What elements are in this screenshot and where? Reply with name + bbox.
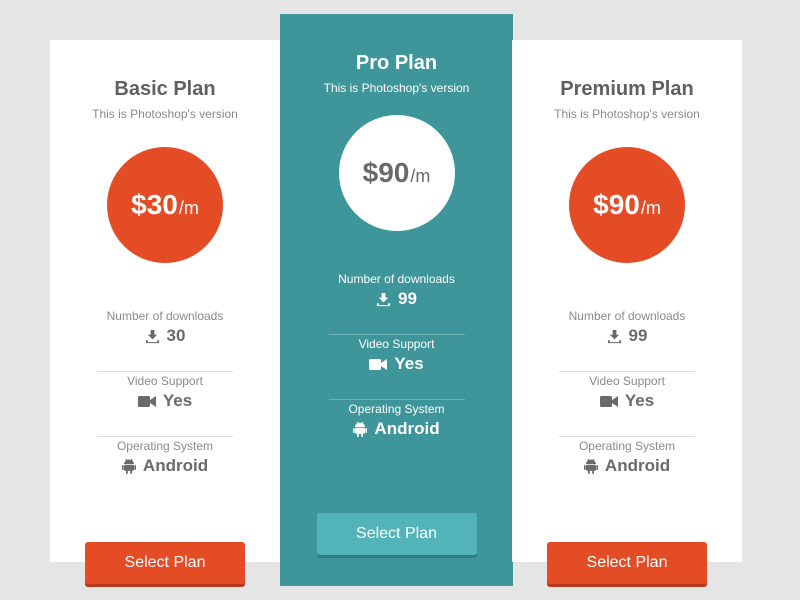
feature-value-row: Yes bbox=[559, 391, 695, 411]
price-unit: /m bbox=[178, 197, 199, 218]
video-camera-icon bbox=[599, 395, 618, 408]
feature-label: Operating System bbox=[348, 402, 445, 416]
price-circle: $90/m bbox=[338, 115, 455, 231]
feature-value: Android bbox=[374, 419, 440, 438]
feature-value-row: Android bbox=[97, 456, 233, 476]
feature-value-row: Android bbox=[559, 456, 695, 476]
feature-value: Yes bbox=[162, 391, 193, 410]
feature-value: Yes bbox=[394, 354, 424, 373]
feature-label: Video Support bbox=[589, 374, 665, 388]
feature-value: Android bbox=[604, 456, 671, 475]
feature-value: 30 bbox=[166, 326, 186, 345]
feature-list: Number of downloads 99 Video Support Yes… bbox=[512, 307, 742, 502]
feature-value: Yes bbox=[624, 391, 655, 410]
feature-downloads: Number of downloads 99 bbox=[559, 307, 695, 372]
select-plan-button[interactable]: Select Plan bbox=[547, 542, 707, 584]
video-camera-icon bbox=[137, 395, 156, 408]
android-icon bbox=[121, 458, 136, 474]
price-amount: $90 bbox=[593, 189, 640, 220]
feature-label: Operating System bbox=[578, 439, 676, 453]
price-circle: $30/m bbox=[107, 147, 223, 263]
feature-label: Number of downloads bbox=[106, 309, 224, 323]
feature-value-row: Android bbox=[329, 419, 465, 439]
feature-list: Number of downloads 30 Video Support Yes… bbox=[50, 307, 280, 502]
feature-os: Operating System Android bbox=[559, 437, 695, 502]
plan-title: Premium Plan bbox=[560, 78, 694, 100]
feature-downloads: Number of downloads 99 bbox=[328, 270, 465, 335]
android-icon bbox=[583, 458, 598, 474]
feature-os: Operating System Android bbox=[329, 400, 465, 465]
plan-title: Basic Plan bbox=[114, 78, 216, 100]
plan-subtitle: This is Photoshop's version bbox=[92, 107, 238, 121]
plan-subtitle: This is Photoshop's version bbox=[323, 81, 470, 95]
feature-value: Android bbox=[142, 456, 209, 475]
feature-video: Video Support Yes bbox=[328, 335, 465, 400]
pricing-card-premium: Premium Plan This is Photoshop's version… bbox=[512, 40, 742, 584]
feature-value: 99 bbox=[398, 289, 417, 308]
price-circle: $90/m bbox=[569, 147, 685, 263]
download-icon bbox=[607, 329, 622, 344]
feature-value-row: Yes bbox=[97, 391, 233, 411]
feature-label: Number of downloads bbox=[568, 309, 686, 323]
feature-value-row: 99 bbox=[329, 289, 465, 309]
price-amount: $30 bbox=[131, 189, 178, 220]
price-amount: $90 bbox=[362, 157, 410, 188]
feature-label: Operating System bbox=[116, 439, 214, 453]
plan-title: Pro Plan bbox=[355, 52, 438, 74]
android-icon bbox=[353, 421, 368, 437]
video-camera-icon bbox=[369, 358, 388, 371]
feature-video: Video Support Yes bbox=[559, 372, 695, 437]
download-icon bbox=[376, 292, 391, 307]
feature-label: Number of downloads bbox=[338, 272, 455, 286]
price-unit: /m bbox=[640, 197, 661, 218]
feature-value-row: 30 bbox=[97, 326, 233, 346]
feature-value: 99 bbox=[628, 326, 648, 345]
price-unit: /m bbox=[410, 165, 431, 186]
feature-list: Number of downloads 99 Video Support Yes… bbox=[280, 270, 513, 465]
select-plan-button[interactable]: Select Plan bbox=[85, 542, 245, 584]
select-plan-button[interactable]: Select Plan bbox=[316, 513, 477, 555]
pricing-card-basic: Basic Plan This is Photoshop's version $… bbox=[50, 40, 280, 584]
feature-value-row: 99 bbox=[559, 326, 695, 346]
feature-label: Video Support bbox=[127, 374, 203, 388]
feature-label: Video Support bbox=[358, 337, 435, 351]
feature-value-row: Yes bbox=[329, 354, 465, 374]
pricing-card-pro: Pro Plan This is Photoshop's version $90… bbox=[280, 14, 513, 586]
feature-video: Video Support Yes bbox=[97, 372, 233, 437]
plan-subtitle: This is Photoshop's version bbox=[554, 107, 700, 121]
feature-os: Operating System Android bbox=[97, 437, 233, 502]
feature-downloads: Number of downloads 30 bbox=[97, 307, 233, 372]
download-icon bbox=[145, 329, 160, 344]
